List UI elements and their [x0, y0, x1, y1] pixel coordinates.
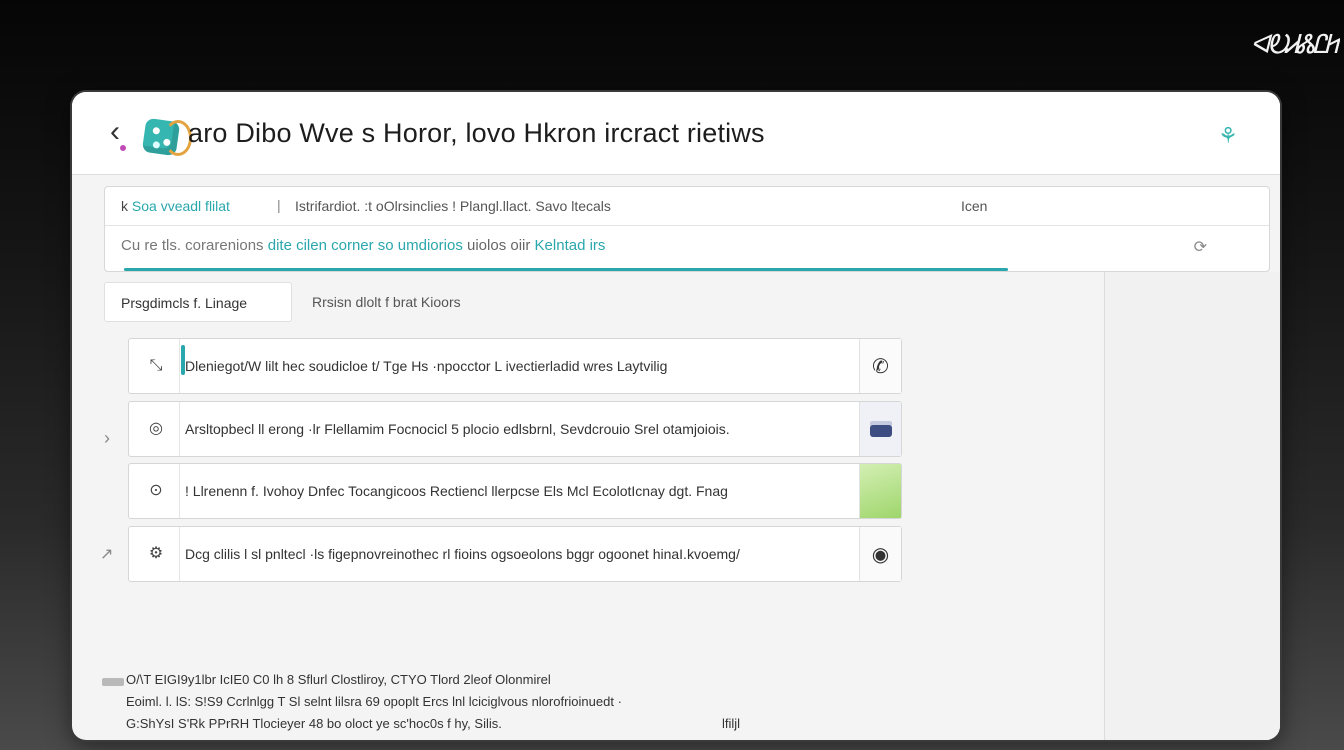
breadcrumb-prefix: k: [121, 198, 128, 214]
title-bar: ‹ aro Dibo Wve s Horor, lovo Hkron ircra…: [72, 92, 1280, 175]
item-separator: [179, 339, 180, 393]
status-mid: uiolos oiir: [467, 237, 531, 254]
status-text: Cu re tls. corarenions dite cilen corner…: [121, 237, 605, 254]
item-separator: [179, 402, 180, 456]
progress-bar: [124, 268, 1008, 271]
footer-line: O/\T EIGI9y1lbr IcIE0 C0 lh 8 Sflurl Clo…: [126, 672, 551, 687]
list-item[interactable]: ⊙ ! Llrenenn f. Ivohoy Dnfec Tocangicoos…: [128, 463, 902, 519]
refresh-icon[interactable]: ⟳: [1194, 237, 1207, 257]
chevron-right-icon[interactable]: ›: [104, 428, 110, 449]
status-highlight[interactable]: dite cilen corner so umdiorios: [268, 237, 463, 254]
breadcrumb-secondary[interactable]: Istrifardiot. :t oOlrsinclies ! Plangl.l…: [295, 198, 611, 214]
item-separator: [179, 464, 180, 518]
list-item-text: Dleniegot/W lilt hec soudicloe t/ Tge Hs…: [185, 358, 668, 374]
link-icon: ⤡: [149, 357, 163, 374]
notification-dot: [120, 145, 126, 151]
status-prefix: Cu re tls. corarenions: [121, 237, 264, 254]
footer-line: Eoiml. l. lS: S!S9 Ccrlnlgg T Sl selnt l…: [126, 694, 622, 709]
breadcrumb-primary[interactable]: k Soa vveadl flilat: [121, 198, 230, 214]
breadcrumb-separator: |: [277, 197, 281, 213]
info-action-link[interactable]: Icen: [961, 198, 987, 214]
target-icon: ◎: [149, 420, 163, 437]
info-panel: k Soa vveadl flilat | Istrifardiot. :t o…: [104, 186, 1270, 272]
corner-logo: ᐊᎧᏗᏜᏝᏥ: [1250, 30, 1340, 60]
list-item-text: Arsltopbecl ll erong ·lr Flellamim Focno…: [185, 421, 730, 437]
list-item[interactable]: ⚙ Dcg clilis l sl pnltecl ·ls figepnovre…: [128, 526, 902, 582]
footer-reference[interactable]: lfiljl: [722, 716, 740, 731]
status-highlight-2[interactable]: Kelntad irs: [535, 237, 606, 254]
footer-badge: [102, 678, 124, 686]
gear-icon: ⚙: [148, 545, 164, 562]
footer-line: G:ShYsI S'Rk PPrRH Tlocieyer 48 bo oloct…: [126, 716, 502, 731]
landscape-thumb[interactable]: [859, 464, 901, 518]
list-item[interactable]: ◎ Arsltopbecl ll erong ·lr Flellamim Foc…: [128, 401, 902, 457]
device-icon[interactable]: [859, 402, 901, 456]
right-panel: [1105, 272, 1280, 740]
badge-icon: ⊙: [149, 482, 163, 499]
circle-icon[interactable]: ◉: [859, 527, 901, 581]
app-settings-icon[interactable]: ⚘: [1214, 122, 1242, 150]
list-item-text: Dcg clilis l sl pnltecl ·ls figepnovrein…: [185, 546, 740, 562]
progress-fill: [124, 268, 1008, 271]
breadcrumb: k Soa vveadl flilat | Istrifardiot. :t o…: [105, 187, 1269, 226]
pointer-icon[interactable]: ↗: [100, 544, 113, 564]
app-window: ‹ aro Dibo Wve s Horor, lovo Hkron ircra…: [72, 92, 1280, 740]
list-item-text: ! Llrenenn f. Ivohoy Dnfec Tocangicoos R…: [185, 483, 728, 499]
page-title: aro Dibo Wve s Horor, lovo Hkron ircract…: [188, 118, 765, 148]
tab-inactive[interactable]: Rrsisn dlolt f brat Kioors: [312, 282, 461, 322]
tab-active[interactable]: Prsgdimcls f. Linage: [104, 282, 292, 322]
back-arrow-icon[interactable]: ‹: [98, 116, 132, 150]
breadcrumb-link[interactable]: Soa vveadl flilat: [132, 198, 230, 214]
list-item[interactable]: ⤡ Dleniegot/W lilt hec soudicloe t/ Tge …: [128, 338, 902, 394]
contact-icon[interactable]: ✆: [859, 339, 901, 393]
item-separator: [179, 527, 180, 581]
